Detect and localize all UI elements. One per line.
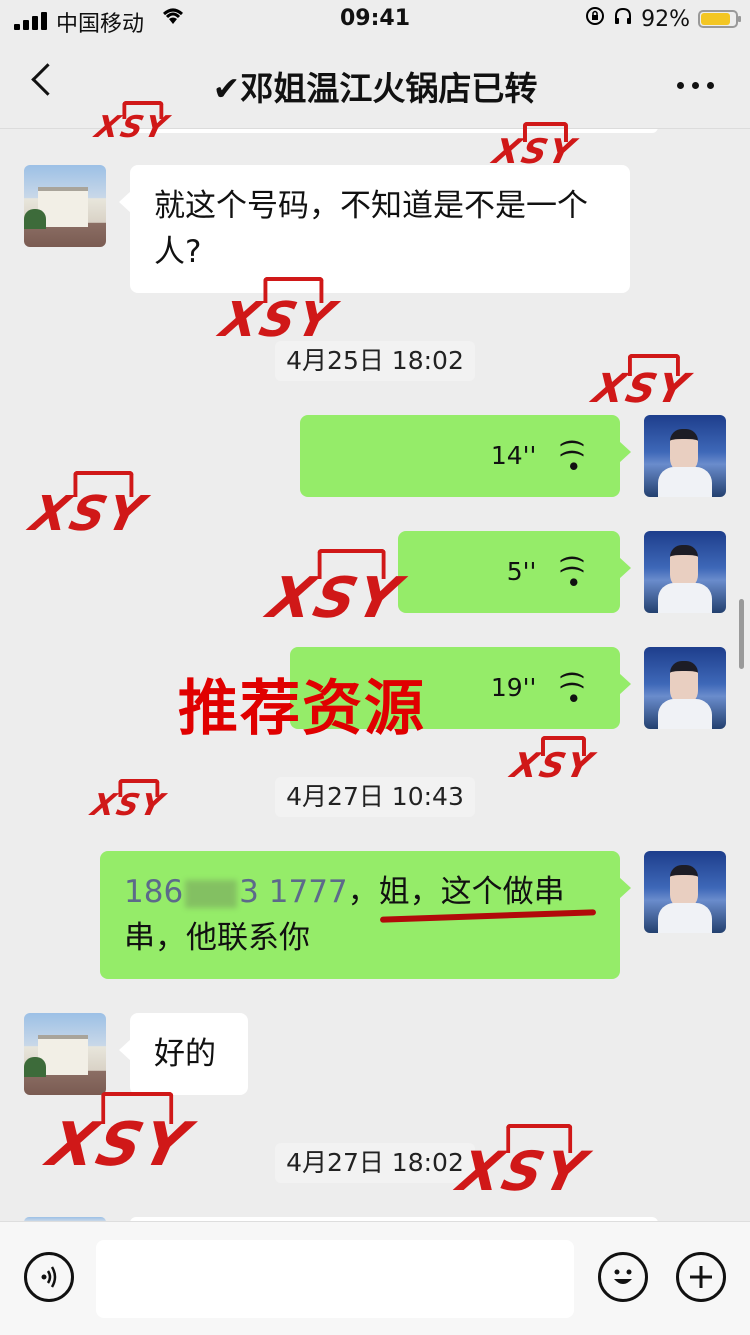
promo-overlay-text: 推荐资源	[178, 674, 426, 744]
xsy-watermark-logo: XSY	[215, 292, 342, 348]
plus-icon[interactable]	[676, 1252, 726, 1302]
red-underline-annotation	[379, 909, 597, 923]
my-avatar[interactable]	[644, 851, 726, 933]
emoji-icon[interactable]	[598, 1252, 648, 1302]
input-bar	[0, 1221, 750, 1335]
scrollbar[interactable]	[739, 599, 744, 669]
my-avatar[interactable]	[644, 415, 726, 497]
message-bubble-incoming[interactable]: 好的	[119, 1013, 248, 1095]
xsy-watermark-logo: XSY	[261, 566, 409, 631]
xsy-watermark-logo: XSY	[588, 366, 695, 412]
battery-icon	[698, 10, 741, 28]
voice-wave-icon: ((•	[557, 554, 588, 590]
voice-duration: 5''	[506, 557, 537, 586]
contact-avatar[interactable]	[24, 165, 106, 247]
message-text: 就这个号码，不知道是不是一个人?	[154, 188, 588, 270]
headphones-icon	[613, 6, 633, 32]
status-bar: 中国移动 09:41 92%	[0, 0, 750, 40]
my-avatar[interactable]	[644, 531, 726, 613]
voice-message-bubble[interactable]: 14'' ((•	[300, 415, 631, 497]
voice-wave-icon: ((•	[557, 670, 588, 706]
voice-wave-icon: ((•	[557, 438, 588, 474]
message-bubble-incoming[interactable]: 就这个号码，不知道是不是一个人?	[119, 165, 630, 293]
my-avatar[interactable]	[644, 647, 726, 729]
message-text: 好的	[154, 1036, 216, 1072]
message-input[interactable]	[96, 1240, 574, 1318]
xsy-watermark-logo: XSY	[87, 788, 169, 823]
voice-duration: 14''	[490, 441, 537, 470]
xsy-watermark-logo: XSY	[91, 110, 173, 145]
battery-percent: 92%	[641, 6, 690, 32]
xsy-watermark-logo: XSY	[489, 132, 581, 172]
voice-duration: 19''	[490, 673, 537, 702]
xsy-watermark-logo: XSY	[41, 1110, 198, 1180]
voice-message-bubble[interactable]: 5'' ((•	[398, 531, 631, 613]
more-options-icon[interactable]	[677, 82, 714, 89]
chat-title: ✔邓姐温江火锅店已转	[212, 69, 538, 108]
xsy-watermark-logo: XSY	[507, 746, 599, 786]
phone-number-suffix[interactable]: 3 1777	[239, 874, 347, 910]
message-bubble-outgoing[interactable]: 186 3 1777，姐，这个做串串，他联系你	[100, 851, 631, 979]
phone-number-prefix[interactable]: 186	[124, 874, 183, 910]
redacted-digits	[185, 879, 238, 908]
voice-input-icon[interactable]	[24, 1252, 74, 1302]
xsy-watermark-logo: XSY	[452, 1140, 594, 1203]
rotation-lock-icon	[585, 6, 605, 32]
xsy-watermark-logo: XSY	[25, 486, 152, 542]
contact-avatar[interactable]	[24, 1013, 106, 1095]
